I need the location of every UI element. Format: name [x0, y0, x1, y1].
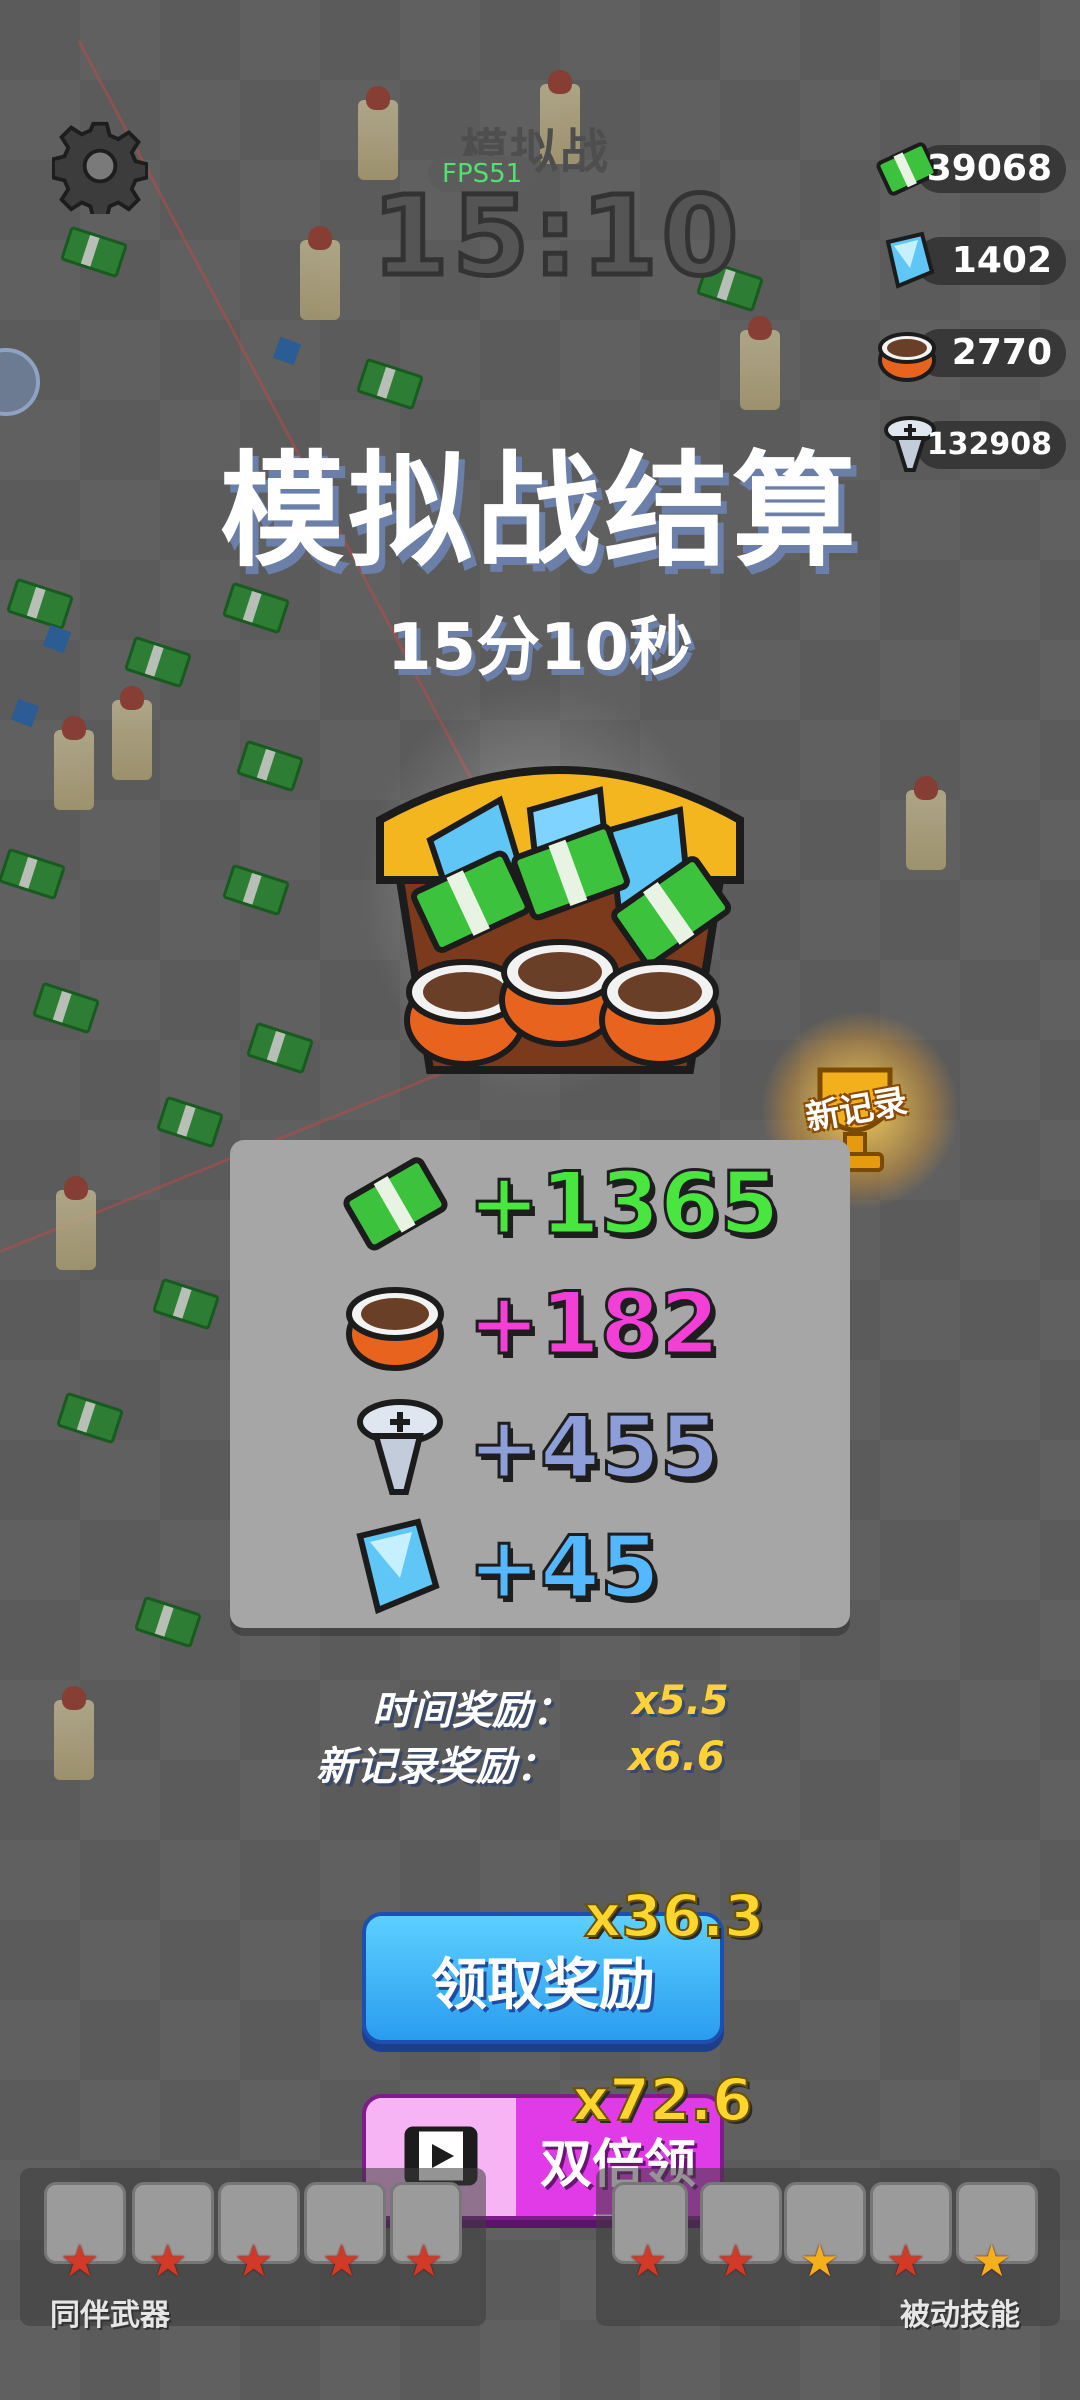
time-bonus-value: x5.5: [632, 1678, 729, 1724]
passive-skills-label: 被动技能: [900, 2298, 1020, 2333]
time-bonus-label: 时间奖励：: [372, 1688, 572, 1734]
companion-weapons-label: 同伴武器: [50, 2298, 170, 2333]
star-icon: ★: [886, 2236, 926, 2287]
star-icon: ★: [800, 2236, 840, 2287]
star-icon: ★: [972, 2236, 1012, 2287]
treasure-chest-icon: [376, 766, 744, 1074]
record-bonus-value: x6.6: [628, 1734, 725, 1780]
battle-timer: 15:10: [369, 170, 743, 303]
star-icon: ★: [716, 2236, 756, 2287]
rewards-panel: +1365 +182 +455 +45: [230, 1140, 850, 1628]
star-icon: ★: [322, 2236, 362, 2287]
record-bonus-label: 新记录奖励：: [316, 1744, 556, 1790]
reward-amount-cash: +1365: [466, 1154, 780, 1254]
star-icon: ★: [148, 2236, 188, 2287]
star-icon: ★: [404, 2236, 444, 2287]
resource-gem: 1402: [866, 228, 1066, 294]
result-title: 模拟战结算: [219, 440, 860, 584]
cash-icon: [343, 1157, 448, 1251]
claim-multiplier: x36.3: [583, 1881, 766, 1951]
survival-duration: 15分10秒: [386, 611, 694, 685]
reward-amount-gem: +45: [467, 1518, 662, 1618]
can-icon: [346, 1287, 444, 1371]
gem-icon: [885, 231, 935, 289]
settings-gear-icon[interactable]: [52, 118, 148, 214]
screw-icon: [357, 1399, 443, 1495]
resource-cash: 39068: [866, 136, 1066, 202]
reward-row-screw: +455: [340, 1392, 820, 1502]
reward-row-cash: +1365: [340, 1148, 820, 1258]
double-multiplier: x72.6: [571, 2065, 754, 2135]
gem-icon: [356, 1518, 440, 1615]
star-icon: ★: [60, 2236, 100, 2287]
claim-reward-label: 领取奖励: [431, 1953, 655, 2018]
reward-row-can: +182: [340, 1268, 820, 1378]
reward-row-gem: +45: [340, 1512, 820, 1622]
reward-amount-screw: +455: [467, 1398, 722, 1498]
star-icon: ★: [234, 2236, 274, 2287]
can-icon: [878, 332, 936, 382]
star-icon: ★: [628, 2236, 668, 2287]
resource-can: 2770: [866, 320, 1066, 386]
reward-amount-can: +182: [467, 1274, 722, 1374]
